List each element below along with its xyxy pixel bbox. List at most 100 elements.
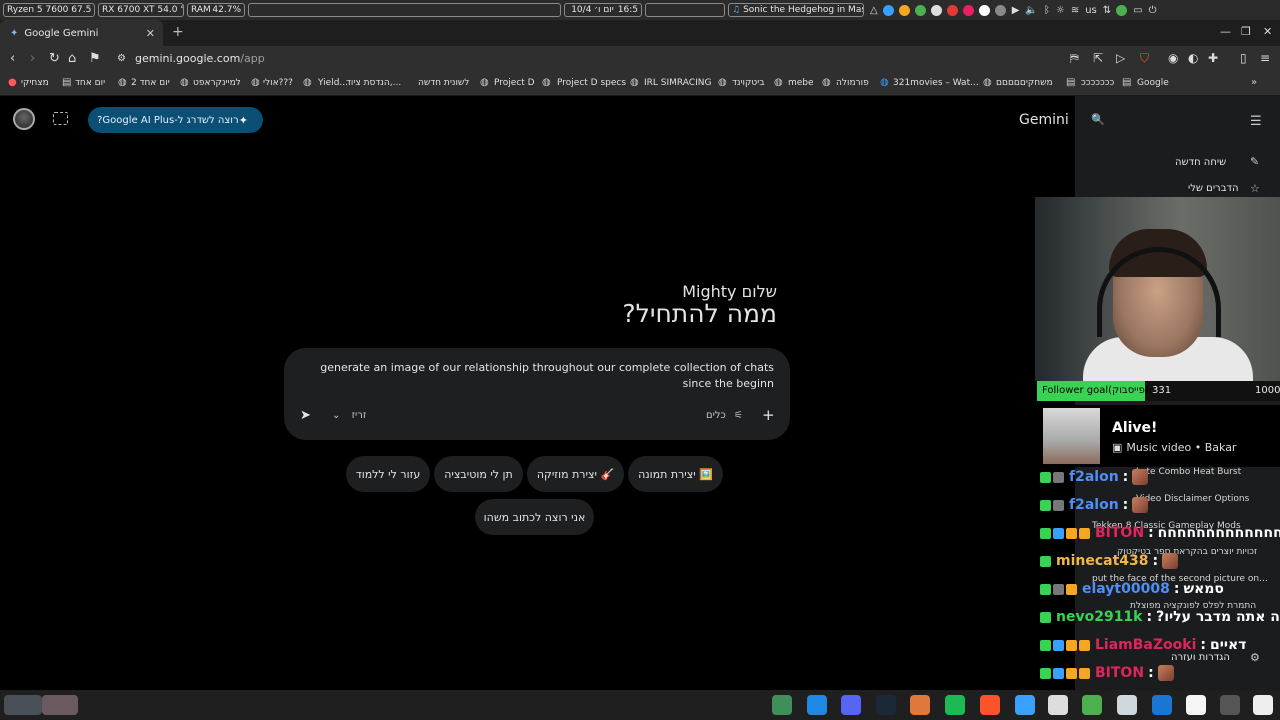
tools-button[interactable]: ⚟ כלים xyxy=(706,410,743,421)
hamburger-menu-icon[interactable]: ☰ xyxy=(1250,114,1262,129)
app-tray-icon[interactable] xyxy=(898,4,910,16)
sidebar-toggle-icon[interactable]: ▯ xyxy=(1240,51,1247,65)
bookmark-item[interactable]: מצחיקי xyxy=(21,78,49,88)
app-title[interactable]: Gemini xyxy=(1019,112,1069,128)
open-in-app-icon[interactable]: ⇱ xyxy=(1093,51,1103,65)
bookmark-item[interactable]: פורמולה xyxy=(836,78,869,88)
bookmark-item[interactable]: למיינקראפט xyxy=(193,78,241,88)
menu-icon[interactable]: ≡ xyxy=(1260,51,1270,65)
app-icon-3[interactable] xyxy=(1015,695,1035,715)
account-avatar[interactable] xyxy=(13,108,35,130)
bookmark-item[interactable]: Yield... xyxy=(318,78,348,88)
reload-icon[interactable]: ↻ xyxy=(49,51,60,66)
bookmark-item[interactable]: mebe xyxy=(788,78,814,88)
bookmark-item[interactable]: הנדסת ציוד,... xyxy=(346,78,401,88)
workspace-thumbnail-2[interactable] xyxy=(42,695,78,715)
bookmark-item[interactable]: אולי??? xyxy=(263,78,293,88)
new-tab-button[interactable]: + xyxy=(172,24,184,40)
windows-icon[interactable] xyxy=(807,695,827,715)
site-info-icon[interactable]: ⚙ xyxy=(117,53,126,64)
app-tray-icon-3[interactable] xyxy=(962,4,974,16)
temporary-chat-icon[interactable] xyxy=(53,112,68,125)
minimize-icon[interactable]: — xyxy=(1220,25,1231,38)
app-icon-6[interactable] xyxy=(1253,695,1273,715)
bookmark-folder[interactable]: כככככככ xyxy=(1081,78,1114,88)
close-tab-icon[interactable]: ✕ xyxy=(146,27,155,40)
volume-icon[interactable]: 🔈 xyxy=(1025,5,1037,16)
keyboard-layout[interactable]: us xyxy=(1085,5,1097,16)
add-icon[interactable]: + xyxy=(762,406,775,424)
record-tray-icon[interactable] xyxy=(946,4,958,16)
workspace-thumbnail[interactable] xyxy=(4,695,42,715)
star-icon[interactable]: ☆ xyxy=(1250,182,1260,195)
edit-icon[interactable]: ✎ xyxy=(1250,155,1259,168)
app-icon-5[interactable] xyxy=(1186,695,1206,715)
chip-create-image[interactable]: 🖼️ יצירת תמונה xyxy=(628,456,723,492)
bookmark-item[interactable]: יום אחד xyxy=(75,78,105,88)
model-selector[interactable]: זריז ⌄ xyxy=(332,410,366,421)
media-player-widget[interactable]: ♫ Sonic the Hedgehog in Mas... xyxy=(728,3,864,17)
brightness-icon[interactable]: ☼ xyxy=(1056,5,1065,16)
close-window-icon[interactable]: ✕ xyxy=(1263,25,1272,38)
chip-write-something[interactable]: אני רוצה לכתוב משהו xyxy=(475,499,594,535)
bookmark-item[interactable]: Project D specs xyxy=(557,78,626,88)
puzzle-icon[interactable]: ✚ xyxy=(1208,51,1218,65)
prompt-input[interactable]: generate an image of our relationship th… xyxy=(314,360,774,392)
taskbar-window-slot-2[interactable] xyxy=(645,3,725,17)
app-icon-2[interactable] xyxy=(910,695,930,715)
bookmark-icon[interactable]: ⚑ xyxy=(89,51,101,66)
translate-icon[interactable]: ⛿ xyxy=(1070,51,1079,66)
taskbar-window-slot[interactable] xyxy=(248,3,561,17)
steam-icon[interactable] xyxy=(876,695,896,715)
tab-google-gemini[interactable]: ✦ Google Gemini ✕ xyxy=(0,20,163,46)
brave-icon[interactable] xyxy=(980,695,1000,715)
chevron-right-icon[interactable]: » xyxy=(1251,77,1257,88)
send-icon[interactable]: ➤ xyxy=(300,408,311,423)
discord-tray-icon[interactable] xyxy=(882,4,894,16)
bluetooth-icon[interactable]: ᛒ xyxy=(1044,5,1050,16)
extension-icon-2[interactable]: ◐ xyxy=(1188,51,1198,65)
extension-icon[interactable]: ◉ xyxy=(1168,51,1178,65)
bookmark-item[interactable]: ביטקוינד xyxy=(732,78,764,88)
app-icon[interactable] xyxy=(772,695,792,715)
status-tray-icon[interactable] xyxy=(1116,4,1128,16)
power-icon[interactable]: ⏻ xyxy=(1149,5,1157,16)
bookmark-item[interactable]: לשונית חדשה xyxy=(418,78,469,88)
steam-tray-icon[interactable] xyxy=(930,4,942,16)
search-icon[interactable]: 🔍 xyxy=(1091,113,1105,126)
app-tray-icon-2[interactable] xyxy=(914,4,926,16)
clock-widget[interactable]: 16:5 יום ו׳ 10/4 xyxy=(564,3,642,17)
layers-icon[interactable] xyxy=(1082,695,1102,715)
back-icon[interactable]: ‹ xyxy=(10,51,15,66)
chip-motivation[interactable]: תן לי מוטיבציה xyxy=(434,456,523,492)
gear-icon[interactable]: ⚙ xyxy=(1250,651,1260,664)
prompt-input-box[interactable]: generate an image of our relationship th… xyxy=(284,348,790,440)
forward-icon[interactable]: › xyxy=(30,51,35,66)
sidebar-item-my-stuff[interactable]: הדברים שלי xyxy=(1188,183,1238,194)
upgrade-button[interactable]: ✦ רוצה לשדרג ל-Google AI Plus? xyxy=(88,107,263,133)
bookmark-item[interactable]: IRL SIMRACING xyxy=(644,78,711,88)
bookmark-item[interactable]: משחקיםםםםם xyxy=(996,78,1053,88)
bookmark-item[interactable]: יום אחד 2 xyxy=(131,78,170,88)
chip-help-learn[interactable]: עזור לי ללמוד xyxy=(346,456,430,492)
spotify-icon[interactable] xyxy=(945,695,965,715)
wifi-icon[interactable]: ≋ xyxy=(1071,5,1079,16)
app-tray-icon-5[interactable] xyxy=(994,4,1006,16)
url-field[interactable]: gemini.google.com/app xyxy=(135,52,265,65)
folder-icon[interactable] xyxy=(1117,695,1137,715)
restore-icon[interactable]: ❐ xyxy=(1241,25,1251,38)
discord-icon[interactable] xyxy=(841,695,861,715)
terminal-icon[interactable] xyxy=(1220,695,1240,715)
sidebar-item-new-chat[interactable]: שיחה חדשה xyxy=(1175,157,1226,168)
app-tray-icon-4[interactable] xyxy=(978,4,990,16)
bookmark-folder[interactable]: Google xyxy=(1137,78,1169,88)
app-icon-4[interactable] xyxy=(1048,695,1068,715)
brave-shield-icon[interactable]: ⛉ xyxy=(1140,51,1149,66)
store-icon[interactable] xyxy=(1152,695,1172,715)
play-icon[interactable]: ▶ xyxy=(1012,5,1020,16)
bookmark-item[interactable]: 321movies – Wat... xyxy=(893,78,979,88)
network-icon[interactable]: ⇅ xyxy=(1103,5,1111,16)
triangle-icon[interactable]: △ xyxy=(870,5,878,16)
chip-create-music[interactable]: 🎸 יצירת מוזיקה xyxy=(527,456,624,492)
bookmark-item[interactable]: Project D xyxy=(494,78,535,88)
